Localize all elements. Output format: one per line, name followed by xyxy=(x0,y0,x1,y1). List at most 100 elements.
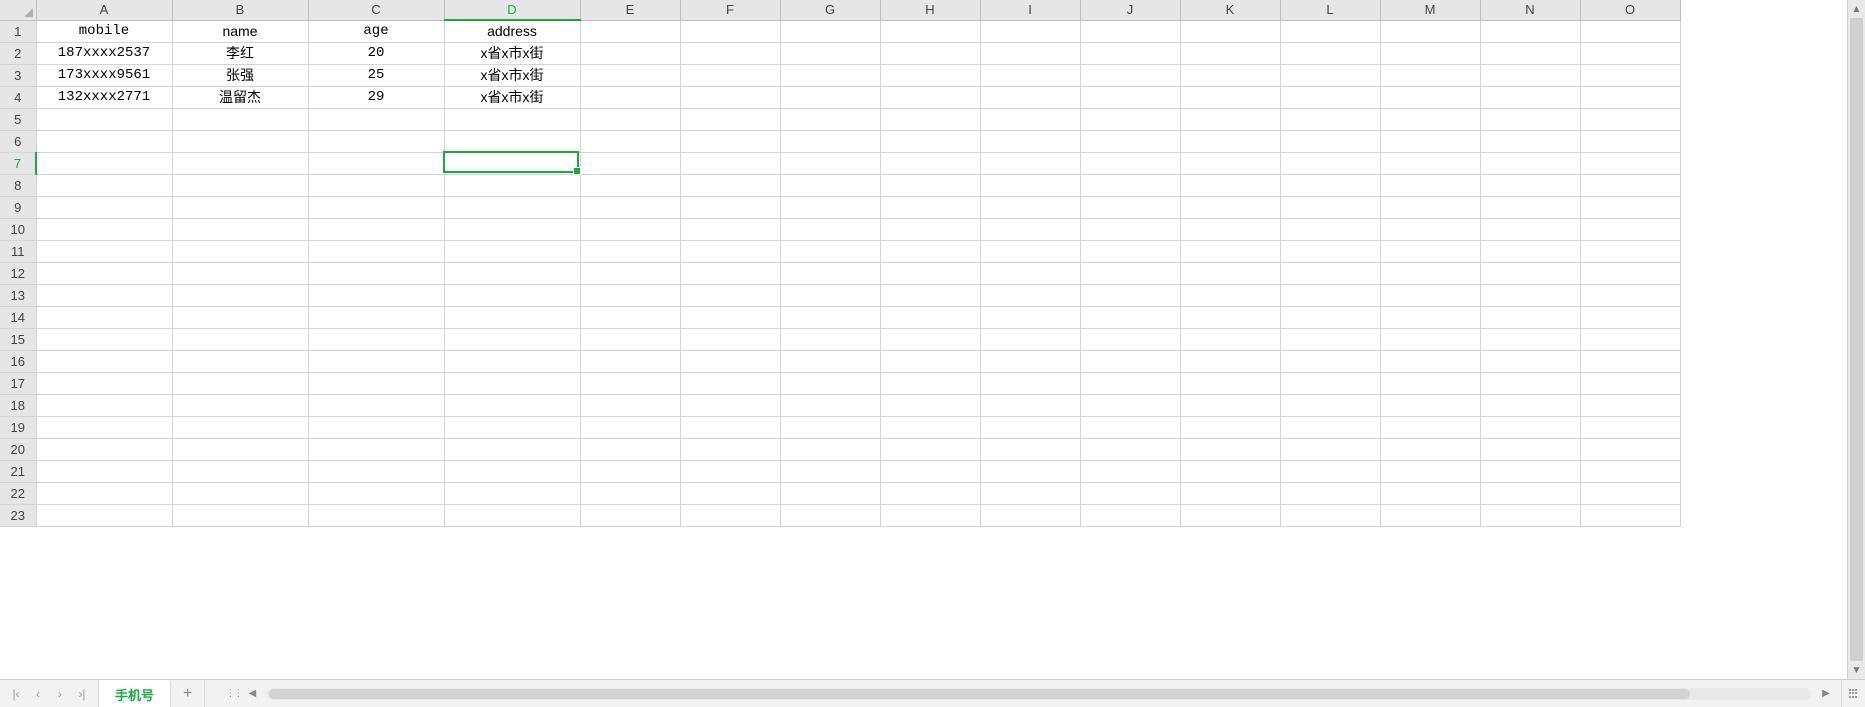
cell-I17[interactable] xyxy=(980,372,1080,394)
resize-grip[interactable] xyxy=(1841,680,1865,707)
cell-B4[interactable]: 温留杰 xyxy=(172,86,308,108)
cell-J17[interactable] xyxy=(1080,372,1180,394)
cell-H11[interactable] xyxy=(880,240,980,262)
cell-G12[interactable] xyxy=(780,262,880,284)
cell-D9[interactable] xyxy=(444,196,580,218)
cell-H3[interactable] xyxy=(880,64,980,86)
cell-F20[interactable] xyxy=(680,438,780,460)
cell-O12[interactable] xyxy=(1580,262,1680,284)
cell-K14[interactable] xyxy=(1180,306,1280,328)
cell-J3[interactable] xyxy=(1080,64,1180,86)
cell-B7[interactable] xyxy=(172,152,308,174)
cell-G20[interactable] xyxy=(780,438,880,460)
cell-M14[interactable] xyxy=(1380,306,1480,328)
add-sheet-button[interactable]: + xyxy=(171,680,205,707)
cell-K1[interactable] xyxy=(1180,20,1280,42)
cell-N1[interactable] xyxy=(1480,20,1580,42)
cell-L2[interactable] xyxy=(1280,42,1380,64)
row-header-21[interactable]: 21 xyxy=(0,460,36,482)
cell-A12[interactable] xyxy=(36,262,172,284)
cell-M10[interactable] xyxy=(1380,218,1480,240)
cell-H7[interactable] xyxy=(880,152,980,174)
cell-C19[interactable] xyxy=(308,416,444,438)
cell-H5[interactable] xyxy=(880,108,980,130)
cell-D11[interactable] xyxy=(444,240,580,262)
cell-M18[interactable] xyxy=(1380,394,1480,416)
cell-G9[interactable] xyxy=(780,196,880,218)
cell-G7[interactable] xyxy=(780,152,880,174)
cell-E1[interactable] xyxy=(580,20,680,42)
cell-L9[interactable] xyxy=(1280,196,1380,218)
cell-L15[interactable] xyxy=(1280,328,1380,350)
cell-D6[interactable] xyxy=(444,130,580,152)
cell-C15[interactable] xyxy=(308,328,444,350)
cell-J23[interactable] xyxy=(1080,504,1180,526)
cell-D16[interactable] xyxy=(444,350,580,372)
cell-L22[interactable] xyxy=(1280,482,1380,504)
cell-E22[interactable] xyxy=(580,482,680,504)
cell-M8[interactable] xyxy=(1380,174,1480,196)
cell-O15[interactable] xyxy=(1580,328,1680,350)
cell-N9[interactable] xyxy=(1480,196,1580,218)
cell-B9[interactable] xyxy=(172,196,308,218)
cell-A9[interactable] xyxy=(36,196,172,218)
row-header-14[interactable]: 14 xyxy=(0,306,36,328)
cell-E10[interactable] xyxy=(580,218,680,240)
cell-H15[interactable] xyxy=(880,328,980,350)
cell-F7[interactable] xyxy=(680,152,780,174)
cell-B10[interactable] xyxy=(172,218,308,240)
cell-I8[interactable] xyxy=(980,174,1080,196)
cell-M20[interactable] xyxy=(1380,438,1480,460)
cell-K6[interactable] xyxy=(1180,130,1280,152)
cell-J18[interactable] xyxy=(1080,394,1180,416)
cell-K20[interactable] xyxy=(1180,438,1280,460)
column-header-N[interactable]: N xyxy=(1480,0,1580,20)
row-header-4[interactable]: 4 xyxy=(0,86,36,108)
cell-I3[interactable] xyxy=(980,64,1080,86)
row-header-3[interactable]: 3 xyxy=(0,64,36,86)
cell-E6[interactable] xyxy=(580,130,680,152)
row-header-17[interactable]: 17 xyxy=(0,372,36,394)
cell-D3[interactable]: x省x市x街 xyxy=(444,64,580,86)
cell-L18[interactable] xyxy=(1280,394,1380,416)
cell-O11[interactable] xyxy=(1580,240,1680,262)
cell-F14[interactable] xyxy=(680,306,780,328)
cell-D10[interactable] xyxy=(444,218,580,240)
vertical-scroll-track[interactable] xyxy=(1848,18,1865,661)
cell-F15[interactable] xyxy=(680,328,780,350)
cell-C2[interactable]: 20 xyxy=(308,42,444,64)
cell-F22[interactable] xyxy=(680,482,780,504)
cell-A16[interactable] xyxy=(36,350,172,372)
vertical-scrollbar[interactable]: ▲ ▼ xyxy=(1847,0,1865,679)
cell-E11[interactable] xyxy=(580,240,680,262)
cell-F6[interactable] xyxy=(680,130,780,152)
cell-M3[interactable] xyxy=(1380,64,1480,86)
cell-I19[interactable] xyxy=(980,416,1080,438)
cell-O2[interactable] xyxy=(1580,42,1680,64)
row-header-1[interactable]: 1 xyxy=(0,20,36,42)
cell-M13[interactable] xyxy=(1380,284,1480,306)
cell-H13[interactable] xyxy=(880,284,980,306)
cell-I9[interactable] xyxy=(980,196,1080,218)
cell-B5[interactable] xyxy=(172,108,308,130)
cell-B21[interactable] xyxy=(172,460,308,482)
cell-G4[interactable] xyxy=(780,86,880,108)
cell-F1[interactable] xyxy=(680,20,780,42)
cell-C22[interactable] xyxy=(308,482,444,504)
cell-D14[interactable] xyxy=(444,306,580,328)
cell-N6[interactable] xyxy=(1480,130,1580,152)
cell-J10[interactable] xyxy=(1080,218,1180,240)
cell-D18[interactable] xyxy=(444,394,580,416)
cell-E3[interactable] xyxy=(580,64,680,86)
cell-N3[interactable] xyxy=(1480,64,1580,86)
cell-I13[interactable] xyxy=(980,284,1080,306)
cell-L6[interactable] xyxy=(1280,130,1380,152)
scroll-right-icon[interactable]: ▶ xyxy=(1819,687,1833,701)
cell-K11[interactable] xyxy=(1180,240,1280,262)
cell-K9[interactable] xyxy=(1180,196,1280,218)
cell-B3[interactable]: 张强 xyxy=(172,64,308,86)
cell-M5[interactable] xyxy=(1380,108,1480,130)
cell-C9[interactable] xyxy=(308,196,444,218)
cell-B16[interactable] xyxy=(172,350,308,372)
cell-O14[interactable] xyxy=(1580,306,1680,328)
